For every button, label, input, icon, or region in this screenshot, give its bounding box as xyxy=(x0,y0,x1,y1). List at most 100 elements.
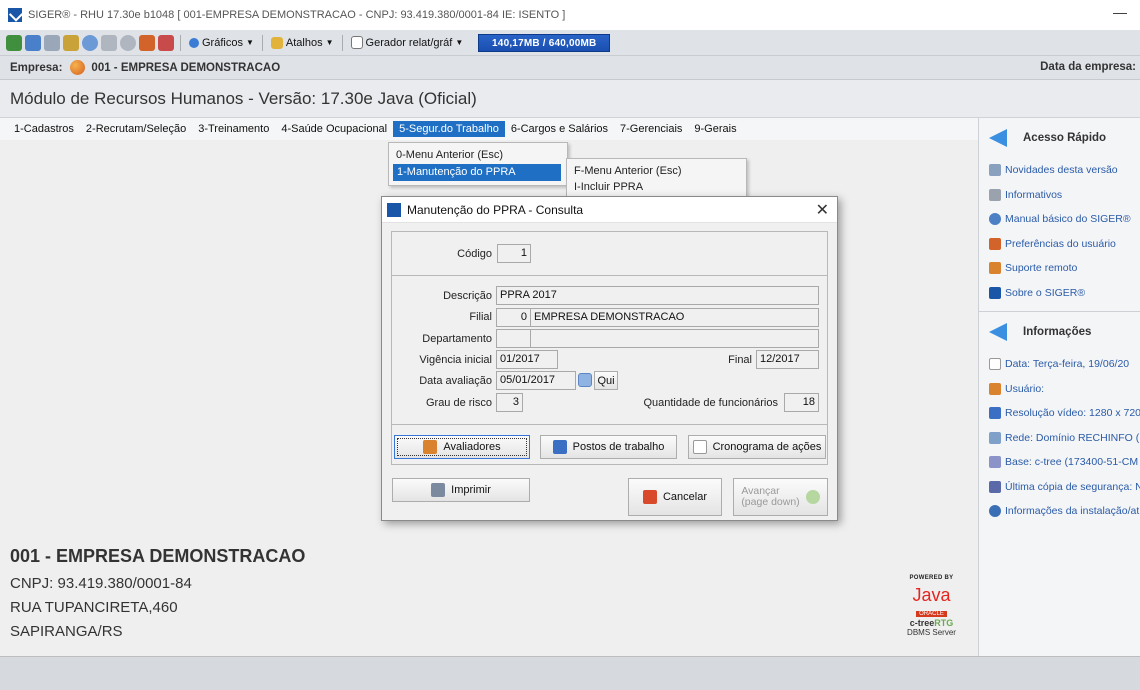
chat-icon[interactable] xyxy=(120,34,136,51)
menu-recrutamento[interactable]: 2-Recrutam/Seleção xyxy=(80,121,192,137)
empresa-label: Empresa: xyxy=(10,61,63,74)
minimize-button[interactable]: — xyxy=(1110,5,1130,22)
toolbar: Gráficos ▼ Atalhos ▼ Gerador relat/gráf ▼ 1… xyxy=(0,30,1140,56)
backup-icon xyxy=(989,480,1001,493)
calendar-icon[interactable] xyxy=(578,373,592,387)
graficos-button[interactable]: Gráficos ▼ xyxy=(187,37,256,49)
company-name: 001 - EMPRESA DEMONSTRACAO xyxy=(10,546,306,566)
descricao-label: Descrição xyxy=(443,290,492,302)
departamento-label: Departamento xyxy=(422,333,492,345)
users-icon[interactable] xyxy=(139,34,155,51)
wrench-icon xyxy=(989,164,1001,177)
chart-icon xyxy=(189,37,199,48)
avaliadores-button[interactable]: Avaliadores xyxy=(394,435,530,459)
cancelar-button[interactable]: Cancelar xyxy=(628,478,722,516)
memory-indicator[interactable]: 140,17MB / 640,00MB xyxy=(478,33,611,52)
submenu-item-f-menu-anterior[interactable]: F-Menu Anterior (Esc) xyxy=(567,163,746,179)
info-resolucao[interactable]: Resolução vídeo: 1280 x 720 xyxy=(979,401,1140,426)
imprimir-button[interactable]: Imprimir xyxy=(392,478,530,502)
avancar-button[interactable]: Avançar (page down) xyxy=(733,478,828,516)
info-data[interactable]: Data: Terça-feira, 19/06/20 xyxy=(979,352,1140,377)
user-icon xyxy=(989,382,1001,395)
app-icon xyxy=(8,8,22,22)
menu-treinamento[interactable]: 3-Treinamento xyxy=(192,121,275,137)
dialog-app-icon xyxy=(387,202,401,217)
support-icon xyxy=(989,262,1001,275)
menu-seguranca-trabalho[interactable]: 5-Segur.do Trabalho xyxy=(393,121,505,137)
powered-by-logo: POWERED BY Java ORACLE c-treeRTG DBMS Se… xyxy=(894,575,969,637)
qtd-funcionarios-field[interactable]: 18 xyxy=(784,393,819,412)
right-panel: Acesso Rápido Novidades desta versão Inf… xyxy=(978,118,1140,656)
user-settings-icon xyxy=(989,237,1001,250)
vigencia-field[interactable]: 01/2017 xyxy=(496,350,558,369)
postos-trabalho-button[interactable]: Postos de trabalho xyxy=(540,435,677,459)
toolbar-separator xyxy=(261,34,263,51)
descricao-field[interactable]: PPRA 2017 xyxy=(496,286,819,305)
grau-risco-label: Grau de risco xyxy=(425,397,492,409)
grau-risco-field[interactable]: 3 xyxy=(496,393,523,412)
help-icon xyxy=(989,213,1001,226)
help-icon[interactable] xyxy=(44,34,60,51)
divider xyxy=(391,275,828,276)
weekday-button[interactable]: Qui xyxy=(594,371,618,390)
info-rede[interactable]: Rede: Domínio RECHINFO ( 1 xyxy=(979,426,1140,451)
user-icon[interactable] xyxy=(158,34,174,51)
menu-cargos-salarios[interactable]: 6-Cargos e Salários xyxy=(505,121,614,137)
submenu-item-incluir-ppra[interactable]: I-Incluir PPRA xyxy=(567,179,746,195)
final-field[interactable]: 12/2017 xyxy=(756,350,819,369)
gerador-button[interactable]: Gerador relat/gráf ▼ xyxy=(349,36,466,49)
company-globe-icon xyxy=(70,60,86,75)
codigo-label: Código xyxy=(457,248,492,260)
info-base[interactable]: Base: c-tree (173400-51-CM xyxy=(979,450,1140,475)
data-empresa-label: Data da empresa: xyxy=(1040,61,1136,73)
submenu-item-menu-anterior[interactable]: 0-Menu Anterior (Esc) xyxy=(389,147,567,164)
menu-gerais[interactable]: 9-Gerais xyxy=(688,121,742,137)
exit-icon[interactable] xyxy=(6,34,22,51)
mail-icon[interactable] xyxy=(101,34,117,51)
informacoes-header[interactable]: Informações xyxy=(979,312,1140,352)
company-city: SAPIRANGA/RS xyxy=(10,623,123,640)
save-icon[interactable] xyxy=(25,34,41,51)
company-cnpj: CNPJ: 93.419.380/0001-84 xyxy=(10,575,192,592)
company-info: 001 - EMPRESA DEMONSTRACAO CNPJ: 93.419.… xyxy=(10,546,305,647)
toolbar-separator xyxy=(341,34,343,51)
link-suporte[interactable]: Suporte remoto xyxy=(979,256,1140,281)
ppra-dialog: Manutenção do PPRA - Consulta ✕ Código 1… xyxy=(381,196,838,521)
link-novidades[interactable]: Novidades desta versão xyxy=(979,158,1140,183)
calendar-icon xyxy=(692,440,707,454)
settings-icon[interactable] xyxy=(82,34,98,51)
data-avaliacao-field[interactable]: 05/01/2017 xyxy=(496,371,576,390)
qtd-funcionarios-label: Quantidade de funcionários xyxy=(643,397,778,409)
filial-name-field[interactable]: EMPRESA DEMONSTRACAO xyxy=(530,308,819,327)
atalhos-button[interactable]: Atalhos ▼ xyxy=(269,36,336,49)
link-sobre[interactable]: Sobre o SIGER® xyxy=(979,281,1140,306)
departamento-name-field[interactable] xyxy=(530,329,819,348)
ctree-logo: c-treeRTG xyxy=(909,618,954,628)
link-informativos[interactable]: Informativos xyxy=(979,183,1140,208)
install-info-icon xyxy=(989,505,1001,518)
collapse-arrow-icon xyxy=(989,323,1007,341)
network-icon xyxy=(989,431,1001,444)
dialog-close-button[interactable]: ✕ xyxy=(816,200,829,220)
departamento-code-field[interactable] xyxy=(496,329,531,348)
link-preferencias[interactable]: Preferências do usuário xyxy=(979,232,1140,257)
report-icon xyxy=(350,36,363,49)
menu-saude-ocupacional[interactable]: 4-Saúde Ocupacional xyxy=(275,121,393,137)
data-avaliacao-label: Data avaliação xyxy=(419,375,492,387)
tree-icon[interactable] xyxy=(63,34,79,51)
menu-gerenciais[interactable]: 7-Gerenciais xyxy=(614,121,688,137)
info-usuario[interactable]: Usuário: xyxy=(979,377,1140,402)
user-icon xyxy=(423,440,438,454)
link-manual[interactable]: Manual básico do SIGER® xyxy=(979,207,1140,232)
codigo-field[interactable]: 1 xyxy=(497,244,531,263)
status-bar xyxy=(0,656,1140,690)
database-icon xyxy=(989,456,1001,469)
menu-cadastros[interactable]: 1-Cadastros xyxy=(8,121,80,137)
info-backup[interactable]: Última cópia de segurança: N xyxy=(979,475,1140,500)
filial-code-field[interactable]: 0 xyxy=(496,308,531,327)
printer-icon xyxy=(431,483,446,497)
acesso-rapido-header[interactable]: Acesso Rápido xyxy=(979,118,1140,158)
info-instalacao[interactable]: Informações da instalação/at xyxy=(979,499,1140,524)
submenu-item-manutencao-ppra[interactable]: 1-Manutenção do PPRA xyxy=(393,164,561,181)
cronograma-button[interactable]: Cronograma de ações xyxy=(688,435,826,459)
